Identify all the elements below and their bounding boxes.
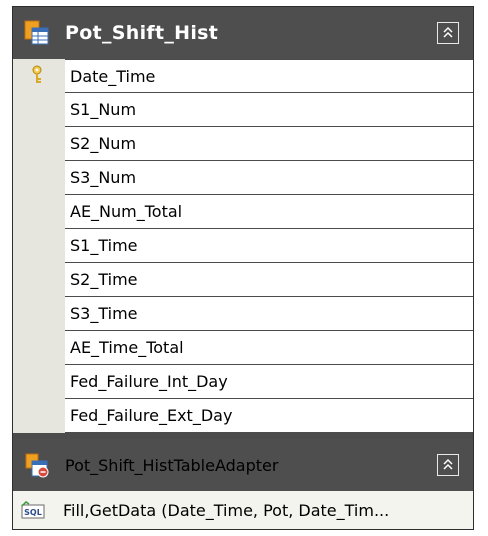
- column-name: S1_Num: [65, 93, 473, 127]
- datatable-title: Pot_Shift_Hist: [65, 22, 219, 44]
- row-gutter: [13, 59, 65, 93]
- primary-key-icon: [32, 65, 42, 83]
- collapse-button[interactable]: [437, 22, 459, 44]
- sql-query-icon: SQL: [21, 501, 45, 519]
- row-gutter: [13, 93, 65, 127]
- adapter-query-row[interactable]: SQL Fill,GetData (Date_Time, Pot, Date_T…: [13, 491, 473, 529]
- svg-text:SQL: SQL: [24, 508, 42, 517]
- column-row[interactable]: Fed_Failure_Int_Day: [13, 365, 473, 399]
- row-gutter: [13, 161, 65, 195]
- row-gutter: [13, 399, 65, 433]
- column-name: S3_Time: [65, 297, 473, 331]
- column-name: S3_Num: [65, 161, 473, 195]
- adapter-query-text: Fill,GetData (Date_Time, Pot, Date_Tim..…: [63, 500, 390, 520]
- table-adapter-title: Pot_Shift_HistTableAdapter: [65, 455, 279, 475]
- datatable-icon: [24, 20, 49, 45]
- table-adapter-header[interactable]: Pot_Shift_HistTableAdapter: [13, 439, 473, 491]
- column-name: Date_Time: [65, 59, 473, 93]
- column-list: Date_Time S1_Num S2_Num S3_Num AE_Num_To…: [13, 59, 473, 433]
- row-gutter: [13, 263, 65, 297]
- datatable-header[interactable]: Pot_Shift_Hist: [13, 7, 473, 59]
- column-name: Fed_Failure_Ext_Day: [65, 399, 473, 433]
- collapse-chevron-icon: [443, 458, 453, 470]
- column-row[interactable]: S3_Time: [13, 297, 473, 331]
- column-name: AE_Num_Total: [65, 195, 473, 229]
- dataset-designer-panel: Pot_Shift_Hist Date_Time S1_Num S2_Num S…: [12, 6, 474, 530]
- column-row[interactable]: S2_Time: [13, 263, 473, 297]
- column-row[interactable]: S1_Time: [13, 229, 473, 263]
- column-name: S2_Time: [65, 263, 473, 297]
- adapter-collapse-button[interactable]: [437, 454, 459, 476]
- row-gutter: [13, 229, 65, 263]
- column-name: AE_Time_Total: [65, 331, 473, 365]
- row-gutter: [13, 297, 65, 331]
- column-row[interactable]: S3_Num: [13, 161, 473, 195]
- row-gutter: [13, 195, 65, 229]
- column-name: Fed_Failure_Int_Day: [65, 365, 473, 399]
- column-name: S2_Num: [65, 127, 473, 161]
- column-row[interactable]: AE_Num_Total: [13, 195, 473, 229]
- column-row[interactable]: S1_Num: [13, 93, 473, 127]
- column-row[interactable]: S2_Num: [13, 127, 473, 161]
- collapse-chevron-icon: [443, 26, 453, 38]
- table-adapter-icon: [25, 453, 49, 478]
- row-gutter: [13, 365, 65, 399]
- column-row[interactable]: Date_Time: [13, 59, 473, 93]
- column-name: S1_Time: [65, 229, 473, 263]
- column-row[interactable]: AE_Time_Total: [13, 331, 473, 365]
- row-gutter: [13, 127, 65, 161]
- column-row[interactable]: Fed_Failure_Ext_Day: [13, 399, 473, 433]
- row-gutter: [13, 331, 65, 365]
